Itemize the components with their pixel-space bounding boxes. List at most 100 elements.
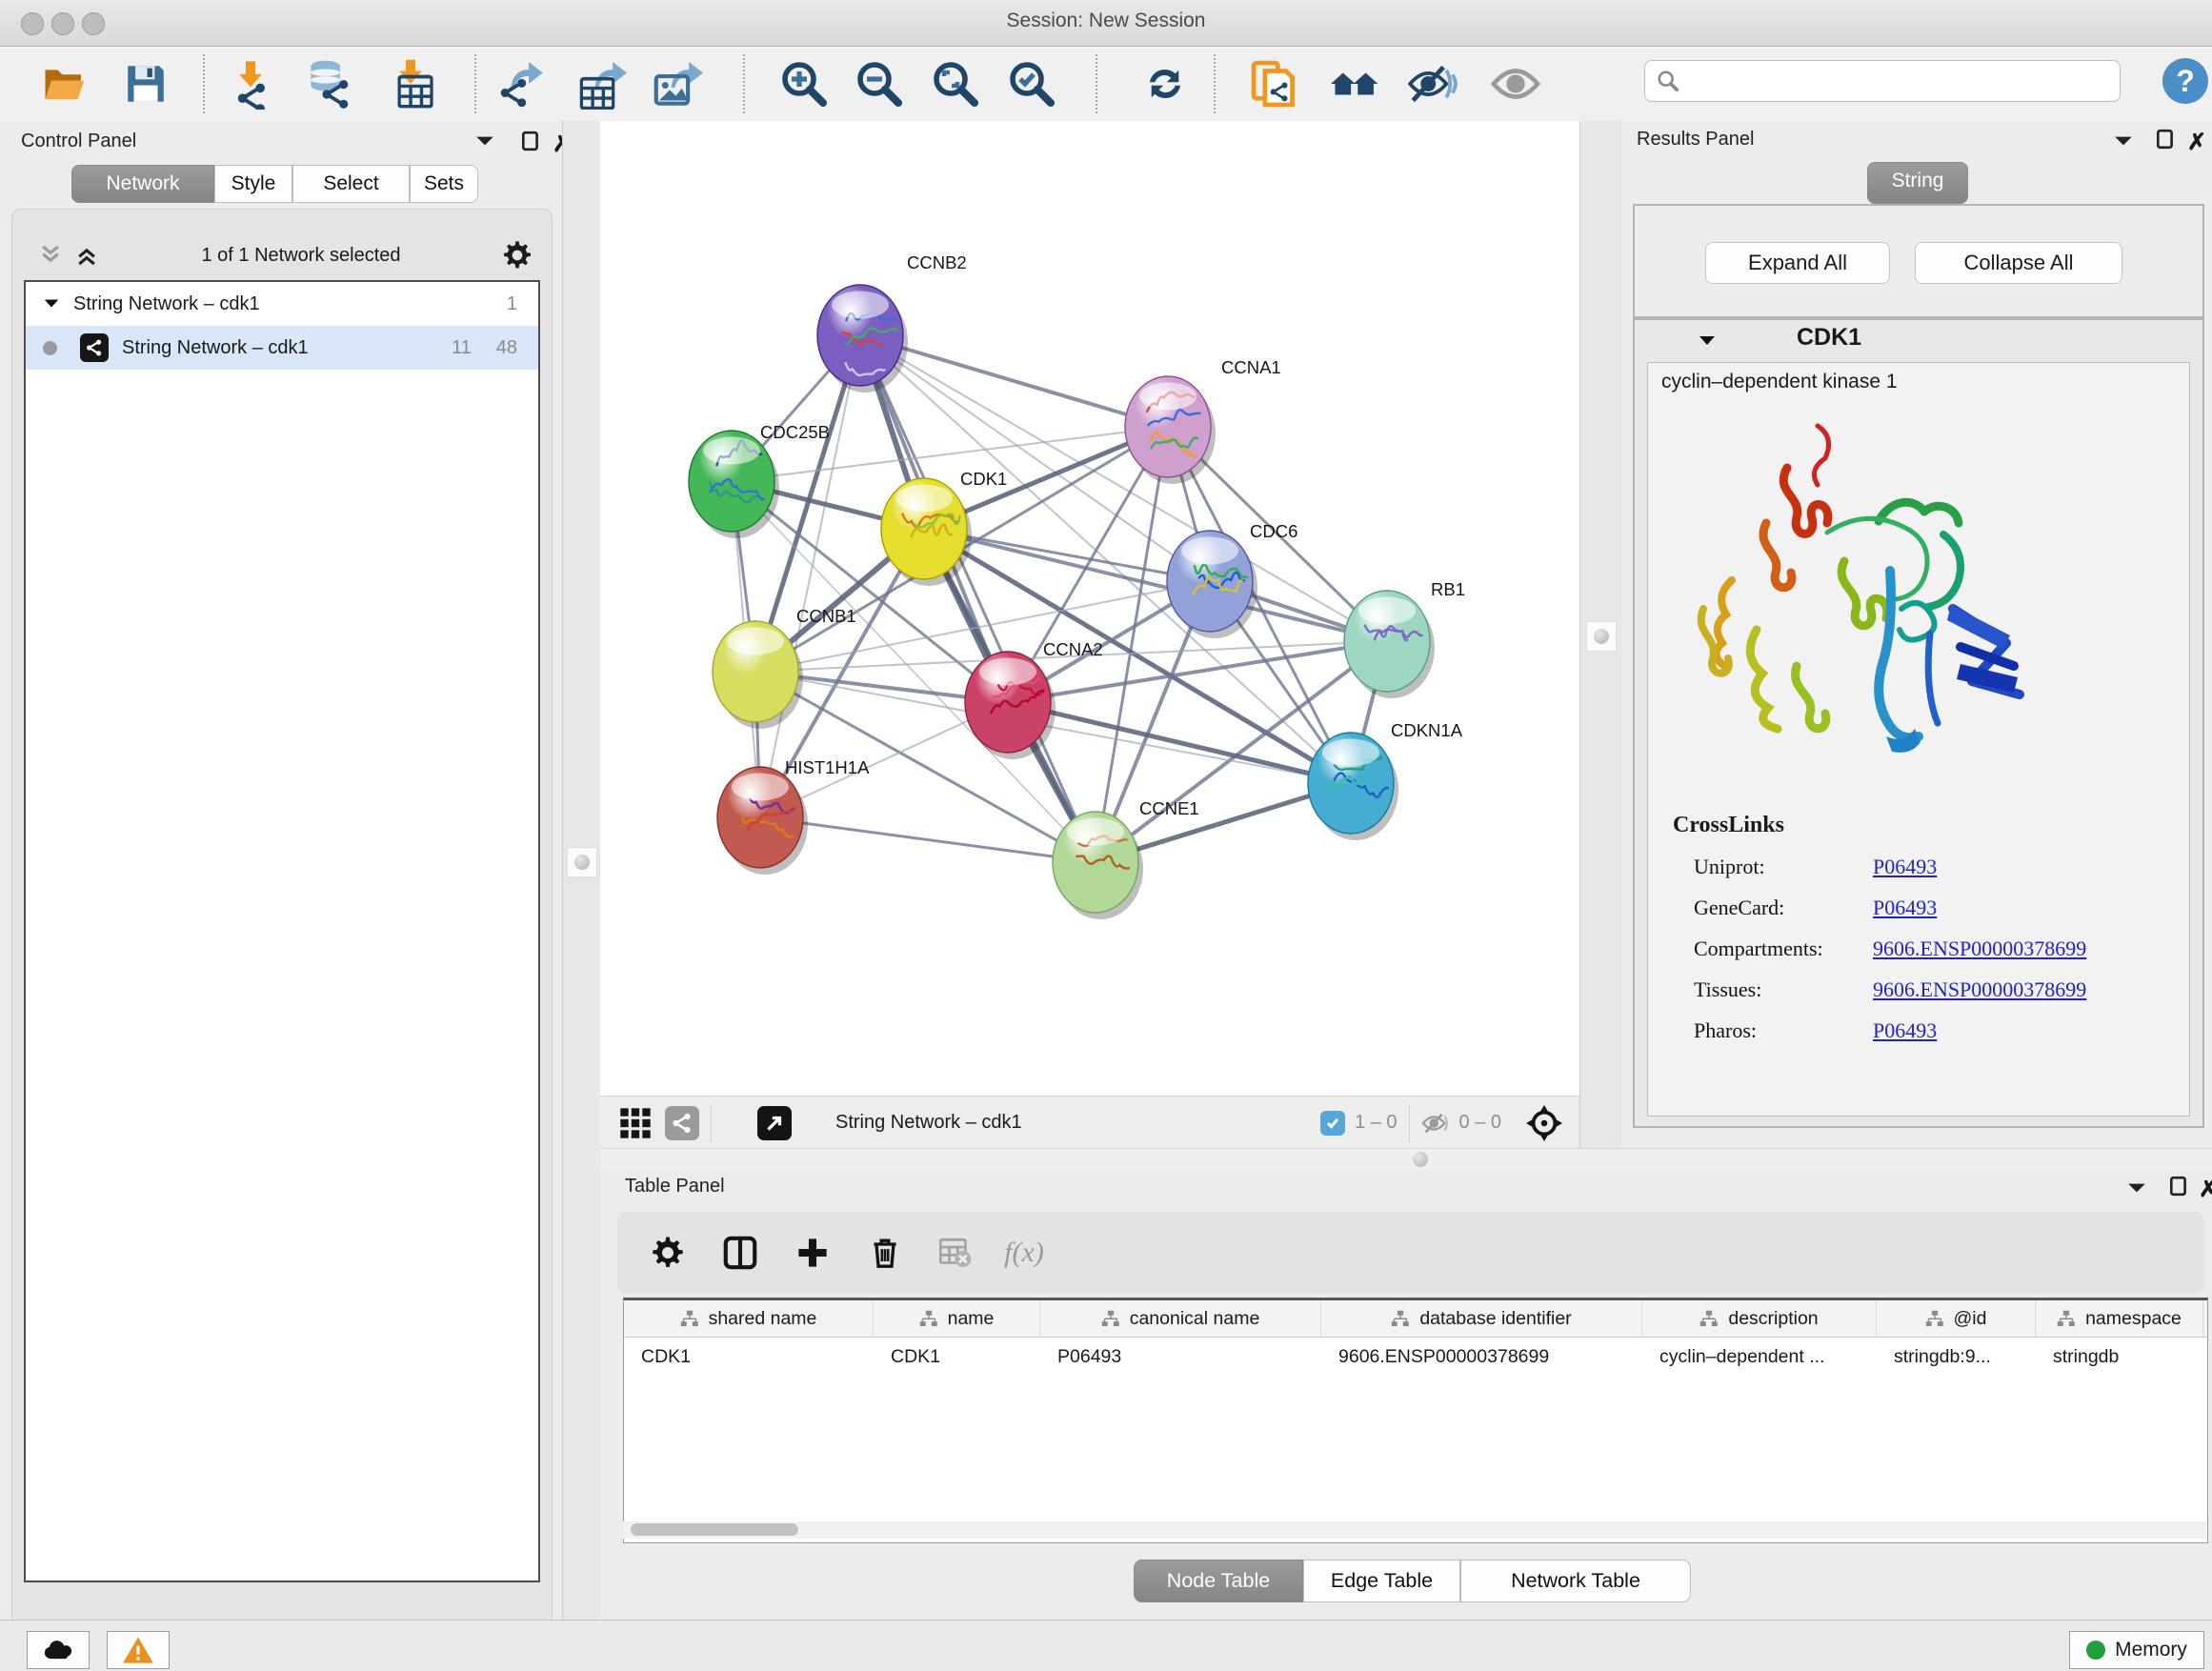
zoom-in-icon[interactable] (776, 56, 832, 111)
network-share-view-icon[interactable] (665, 1106, 699, 1140)
hide-glass-icon[interactable] (1405, 56, 1460, 111)
warning-button[interactable] (107, 1631, 170, 1669)
show-glass-icon[interactable] (1488, 56, 1543, 111)
column-header-namespace[interactable]: namespace (2036, 1300, 2203, 1337)
network-node-CDKN1A[interactable]: CDKN1A (1308, 720, 1463, 840)
table-panel-close-icon[interactable]: ✗ (2199, 1176, 2212, 1203)
column-header-canonical-name[interactable]: canonical name (1040, 1300, 1321, 1337)
control-tab-sets[interactable]: Sets (410, 165, 478, 203)
right-splitter[interactable] (1579, 121, 1623, 1148)
zoom-out-icon[interactable] (852, 56, 907, 111)
grid-view-icon[interactable] (619, 1107, 652, 1139)
network-canvas[interactable]: CCNB2CCNA1CDC25BCDK1CDC6RB1CCNB1CCNA2CDK… (600, 121, 1579, 1096)
cloud-button[interactable] (27, 1631, 90, 1669)
show-columns-icon[interactable] (713, 1225, 768, 1280)
network-options-gear-icon[interactable] (502, 240, 533, 271)
column-header-database-identifier[interactable]: database identifier (1321, 1300, 1642, 1337)
network-edge[interactable] (1008, 702, 1351, 783)
crosslink-link[interactable]: P06493 (1873, 1018, 1937, 1043)
birdseye-view-icon[interactable] (1526, 1105, 1562, 1141)
network-graph[interactable]: CCNB2CCNA1CDC25BCDK1CDC6RB1CCNB1CCNA2CDK… (600, 121, 1579, 1096)
export-network-icon[interactable] (493, 56, 548, 111)
table-panel-float-icon[interactable] (2168, 1176, 2189, 1201)
collection-expander-icon[interactable] (43, 297, 60, 311)
bottom-splitter[interactable] (600, 1148, 2212, 1172)
network-node-RB1[interactable]: RB1 (1344, 579, 1465, 698)
network-node-HIST1H1A[interactable]: HIST1H1A (717, 757, 870, 875)
tab-string[interactable]: String (1867, 162, 1968, 204)
network-edge[interactable] (760, 817, 1096, 862)
table-hscrollbar-thumb[interactable] (631, 1523, 798, 1536)
network-node-CDC25B[interactable]: CDC25B (689, 422, 830, 538)
import-network-file-icon[interactable] (223, 56, 278, 111)
search-input[interactable] (1679, 70, 2083, 92)
column-header-description[interactable]: description (1642, 1300, 1877, 1337)
left-splitter-handle[interactable] (567, 847, 597, 877)
collapse-all-chevron-icon[interactable] (37, 243, 64, 268)
right-splitter-handle[interactable] (1586, 621, 1617, 652)
network-collection-row[interactable]: String Network – cdk1 1 (26, 282, 538, 326)
table-options-gear-icon[interactable] (640, 1225, 695, 1280)
table-cell[interactable]: 9606.ENSP00000378699 (1321, 1338, 1642, 1376)
refresh-icon[interactable] (1137, 56, 1193, 111)
memory-button[interactable]: Memory (2069, 1631, 2204, 1669)
collapse-all-button[interactable]: Collapse All (1915, 242, 2122, 284)
column-header-name[interactable]: name (874, 1300, 1040, 1337)
control-tab-select[interactable]: Select (292, 165, 410, 203)
table-cell[interactable]: stringdb:9... (1877, 1338, 2036, 1376)
open-file-icon[interactable] (36, 56, 91, 111)
import-network-database-icon[interactable] (301, 56, 356, 111)
cytoscape-window: Session: New Session (0, 0, 2212, 1671)
table-cell[interactable]: cyclin–dependent ... (1642, 1338, 1877, 1376)
results-panel-close-icon[interactable]: ✗ (2187, 129, 2206, 156)
results-panel-menu-icon[interactable] (2113, 132, 2134, 154)
zoom-selected-icon[interactable] (1004, 56, 1059, 111)
table-cell[interactable]: CDK1 (874, 1338, 1040, 1376)
import-table-file-icon[interactable] (383, 56, 438, 111)
results-panel-float-icon[interactable] (2155, 129, 2176, 154)
detach-view-icon[interactable] (757, 1106, 792, 1140)
clone-network-icon[interactable] (1247, 56, 1302, 111)
crosslink-link[interactable]: 9606.ENSP00000378699 (1873, 936, 2086, 961)
toolbar-search[interactable] (1644, 60, 2121, 102)
table-cell[interactable]: P06493 (1040, 1338, 1321, 1376)
add-column-icon[interactable] (785, 1225, 840, 1280)
delete-column-icon[interactable] (857, 1225, 913, 1280)
crosslink-link[interactable]: P06493 (1873, 896, 1937, 920)
string-home-icon[interactable] (1326, 56, 1381, 111)
table-cell[interactable]: CDK1 (624, 1338, 874, 1376)
table-cell[interactable]: stringdb (2036, 1338, 2203, 1376)
expand-all-chevron-icon[interactable] (73, 243, 100, 268)
selected-nodes-checkbox[interactable] (1320, 1111, 1345, 1136)
table-tab-network-table[interactable]: Network Table (1460, 1560, 1691, 1602)
table-hscrollbar[interactable] (623, 1521, 2206, 1539)
network-row[interactable]: String Network – cdk1 11 48 (26, 326, 538, 370)
network-node-CCNA1[interactable]: CCNA1 (1125, 357, 1281, 484)
expand-all-button[interactable]: Expand All (1705, 242, 1890, 284)
control-panel-menu-icon[interactable] (474, 132, 495, 154)
network-node-CCNB2[interactable]: CCNB2 (817, 252, 967, 393)
control-tab-style[interactable]: Style (214, 165, 292, 203)
left-splitter[interactable] (562, 121, 602, 1620)
export-image-icon[interactable] (650, 56, 705, 111)
node-label: RB1 (1431, 579, 1465, 599)
control-panel-float-icon[interactable] (520, 131, 541, 156)
crosslink-link[interactable]: P06493 (1873, 855, 1937, 879)
network-node-CDC6[interactable]: CDC6 (1167, 521, 1297, 638)
crosslink-link[interactable]: 9606.ENSP00000378699 (1873, 977, 2086, 1002)
export-table-icon[interactable] (573, 56, 629, 111)
gene-expander-icon[interactable] (1698, 333, 1717, 349)
network-edges[interactable] (732, 335, 1387, 862)
column-header-shared-name[interactable]: shared name (624, 1300, 874, 1337)
column-header--id[interactable]: @id (1877, 1300, 2036, 1337)
network-edge[interactable] (760, 335, 860, 817)
network-edge[interactable] (860, 335, 1096, 862)
help-button[interactable]: ? (2162, 58, 2208, 104)
table-row[interactable]: CDK1CDK1P064939606.ENSP00000378699cyclin… (624, 1338, 2207, 1376)
table-tab-node-table[interactable]: Node Table (1134, 1560, 1303, 1602)
save-session-icon[interactable] (118, 56, 173, 111)
control-tab-network[interactable]: Network (71, 165, 214, 203)
table-tab-edge-table[interactable]: Edge Table (1303, 1560, 1460, 1602)
zoom-fit-icon[interactable] (928, 56, 983, 111)
table-panel-menu-icon[interactable] (2126, 1179, 2147, 1201)
